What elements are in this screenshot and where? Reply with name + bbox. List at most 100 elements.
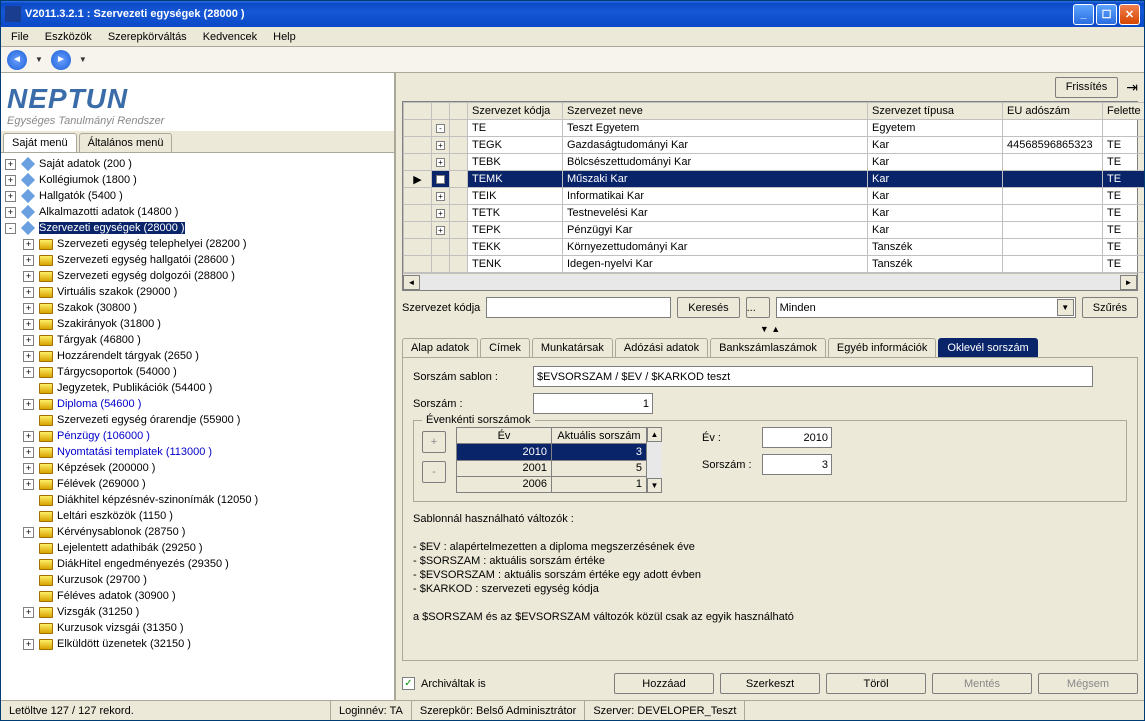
year-grid[interactable]: ÉvAktuális sorszám201032001520061: [456, 427, 647, 493]
tree-item[interactable]: +Saját adatok (200 ): [3, 156, 392, 172]
sorszam-input[interactable]: [533, 393, 653, 414]
close-button[interactable]: ✕: [1119, 4, 1140, 25]
search-button[interactable]: Keresés: [677, 297, 739, 318]
grid-header[interactable]: Szervezet neve: [563, 103, 868, 120]
expand-icon[interactable]: +: [23, 271, 34, 282]
expand-icon[interactable]: +: [5, 191, 16, 202]
tree-item[interactable]: +Hozzárendelt tárgyak (2650 ): [3, 348, 392, 364]
scroll-right-icon[interactable]: ►: [1120, 275, 1137, 290]
tree-item[interactable]: +Szervezeti egység hallgatói (28600 ): [3, 252, 392, 268]
detail-tab[interactable]: Munkatársak: [532, 338, 613, 357]
add-button[interactable]: Hozzáad: [614, 673, 714, 694]
tree-item[interactable]: +Félévek (269000 ): [3, 476, 392, 492]
menu-fav[interactable]: Kedvencek: [195, 29, 265, 45]
expand-icon[interactable]: +: [5, 175, 16, 186]
tree-item[interactable]: +Tárgycsoportok (54000 ): [3, 364, 392, 380]
ev-input[interactable]: [762, 427, 832, 448]
tree-item[interactable]: +Szervezeti egység telephelyei (28200 ): [3, 236, 392, 252]
menu-tools[interactable]: Eszközök: [37, 29, 100, 45]
tree-item[interactable]: DiákHitel engedményezés (29350 ): [3, 556, 392, 572]
tree-item[interactable]: +Virtuális szakok (29000 ): [3, 284, 392, 300]
expand-icon[interactable]: +: [23, 607, 34, 618]
nav-back-dropdown-icon[interactable]: ▼: [35, 55, 43, 64]
detail-tab[interactable]: Egyéb információk: [828, 338, 937, 357]
maximize-button[interactable]: ☐: [1096, 4, 1117, 25]
tree-item[interactable]: +Szervezeti egység dolgozói (28800 ): [3, 268, 392, 284]
tree-item[interactable]: +Hallgatók (5400 ): [3, 188, 392, 204]
expand-icon[interactable]: +: [23, 399, 34, 410]
sorszam2-input[interactable]: [762, 454, 832, 475]
expand-icon[interactable]: +: [23, 527, 34, 538]
tree-item[interactable]: Jegyzetek, Publikációk (54400 ): [3, 380, 392, 396]
chevron-down-icon[interactable]: ▼: [1057, 299, 1074, 316]
tree-item[interactable]: +Szakok (30800 ): [3, 300, 392, 316]
tree-item[interactable]: Diákhitel képzésnév-szinonímák (12050 ): [3, 492, 392, 508]
scroll-up-icon[interactable]: ▲: [647, 427, 662, 442]
save-button[interactable]: Mentés: [932, 673, 1032, 694]
expand-icon[interactable]: +: [23, 479, 34, 490]
tree-item[interactable]: +Képzések (200000 ): [3, 460, 392, 476]
table-row[interactable]: +TEIKInformatikai KarKarTE: [404, 188, 1145, 205]
tree-item[interactable]: Kurzusok (29700 ): [3, 572, 392, 588]
tree-item[interactable]: Szervezeti egység órarendje (55900 ): [3, 412, 392, 428]
expand-icon[interactable]: +: [23, 319, 34, 330]
table-row[interactable]: TEKKKörnyezettudományi KarTanszékTE: [404, 239, 1145, 256]
table-row[interactable]: +TEPKPénzügyi KarKarTE: [404, 222, 1145, 239]
tab-own-menu[interactable]: Saját menü: [3, 133, 77, 152]
menu-tree[interactable]: +Saját adatok (200 )+Kollégiumok (1800 )…: [1, 153, 394, 700]
tree-item[interactable]: +Alkalmazotti adatok (14800 ): [3, 204, 392, 220]
delete-button[interactable]: Töröl: [826, 673, 926, 694]
expand-icon[interactable]: -: [5, 223, 16, 234]
edit-button[interactable]: Szerkeszt: [720, 673, 820, 694]
tree-item[interactable]: Lejelentett adathibák (29250 ): [3, 540, 392, 556]
tab-general-menu[interactable]: Általános menü: [79, 133, 173, 152]
table-row[interactable]: TENKIdegen-nyelvi KarTanszékTE: [404, 256, 1145, 273]
search-code-input[interactable]: [486, 297, 671, 318]
nav-fwd-dropdown-icon[interactable]: ▼: [79, 55, 87, 64]
filter-button[interactable]: Szűrés: [1082, 297, 1138, 318]
scroll-left-icon[interactable]: ◄: [403, 275, 420, 290]
scroll-down-icon[interactable]: ▼: [647, 478, 662, 493]
refresh-button[interactable]: Frissítés: [1055, 77, 1119, 98]
tree-item[interactable]: Féléves adatok (30900 ): [3, 588, 392, 604]
tree-item[interactable]: +Kollégiumok (1800 ): [3, 172, 392, 188]
menu-file[interactable]: File: [3, 29, 37, 45]
org-grid[interactable]: Szervezet kódjaSzervezet neveSzervezet t…: [402, 101, 1138, 291]
detail-tab[interactable]: Címek: [480, 338, 530, 357]
pin-icon[interactable]: ⇥: [1126, 79, 1138, 96]
tree-item[interactable]: +Elküldött üzenetek (32150 ): [3, 636, 392, 652]
table-row[interactable]: +TEBKBölcsészettudományi KarKarTE: [404, 154, 1145, 171]
expand-icon[interactable]: +: [23, 431, 34, 442]
tree-item[interactable]: +Nyomtatási templatek (113000 ): [3, 444, 392, 460]
tree-item[interactable]: +Vizsgák (31250 ): [3, 604, 392, 620]
year-grid-scroll[interactable]: ▲ ▼: [647, 427, 662, 493]
tree-item[interactable]: +Tárgyak (46800 ): [3, 332, 392, 348]
table-row[interactable]: ▶+TEMKMűszaki KarKarTE: [404, 171, 1145, 188]
cancel-button[interactable]: Mégsem: [1038, 673, 1138, 694]
grid-header[interactable]: Szervezet típusa: [868, 103, 1003, 120]
expand-icon[interactable]: +: [23, 463, 34, 474]
tree-item[interactable]: Kurzusok vizsgái (31350 ): [3, 620, 392, 636]
tree-item[interactable]: +Szakirányok (31800 ): [3, 316, 392, 332]
expand-icon[interactable]: +: [23, 447, 34, 458]
expand-icon[interactable]: +: [23, 303, 34, 314]
archived-checkbox[interactable]: ✓: [402, 677, 415, 690]
expand-icon[interactable]: +: [5, 207, 16, 218]
expand-icon[interactable]: +: [23, 239, 34, 250]
detail-tab[interactable]: Oklevél sorszám: [938, 338, 1037, 357]
detail-tab[interactable]: Alap adatok: [402, 338, 478, 357]
detail-tab[interactable]: Bankszámlaszámok: [710, 338, 826, 357]
year-row[interactable]: 20061: [457, 476, 647, 492]
search-browse-button[interactable]: ...: [746, 297, 770, 318]
tree-item[interactable]: +Diploma (54600 ): [3, 396, 392, 412]
minimize-button[interactable]: _: [1073, 4, 1094, 25]
expand-icon[interactable]: +: [23, 255, 34, 266]
expand-icon[interactable]: +: [23, 287, 34, 298]
grid-header[interactable]: Felette: [1103, 103, 1145, 120]
grid-header[interactable]: EU adószám: [1003, 103, 1103, 120]
detail-tab[interactable]: Adózási adatok: [615, 338, 708, 357]
year-add-button[interactable]: +: [422, 431, 446, 453]
table-row[interactable]: +TEGKGazdaságtudományi KarKar44568596865…: [404, 137, 1145, 154]
grid-header[interactable]: Szervezet kódja: [468, 103, 563, 120]
tree-item[interactable]: Leltári eszközök (1150 ): [3, 508, 392, 524]
